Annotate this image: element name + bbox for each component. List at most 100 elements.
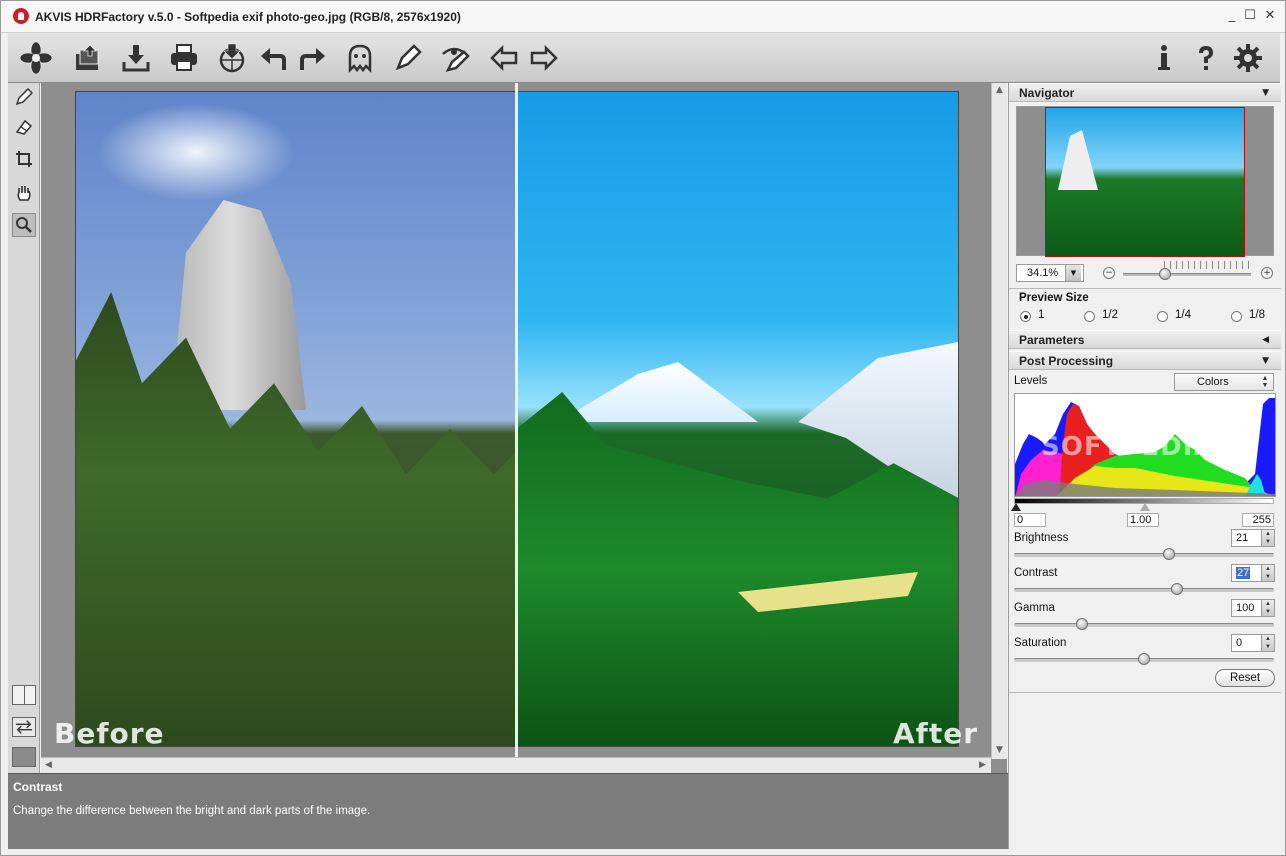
navigator-view-rect[interactable] xyxy=(1045,107,1245,257)
before-image xyxy=(76,92,516,746)
preview-size-label-1: 1 xyxy=(1038,309,1045,321)
flower-logo-icon[interactable] xyxy=(14,40,58,76)
divider xyxy=(1009,692,1281,693)
main-toolbar xyxy=(8,33,1280,83)
info-icon[interactable] xyxy=(1146,40,1182,76)
hand-tool-icon[interactable] xyxy=(12,181,36,205)
after-label: After xyxy=(893,717,979,750)
levels-black-marker[interactable] xyxy=(1011,503,1021,511)
ghost-removal-icon[interactable] xyxy=(342,40,378,76)
gamma-field[interactable]: 100 ▲ ▼ xyxy=(1231,599,1275,617)
help-icon[interactable] xyxy=(1188,40,1224,76)
spinner-arrows-icon[interactable]: ▲ ▼ xyxy=(1261,530,1274,546)
brightness-slider-thumb[interactable] xyxy=(1163,548,1175,560)
pencil-tool-icon[interactable] xyxy=(12,85,36,109)
saturation-field[interactable]: 0 ▲ ▼ xyxy=(1231,634,1275,652)
navigator-header[interactable]: Navigator ▼ xyxy=(1009,83,1281,102)
navigator-rock xyxy=(1058,130,1098,190)
save-icon[interactable] xyxy=(118,40,154,76)
levels-min-field[interactable]: 0 xyxy=(1014,513,1046,527)
post-processing-header[interactable]: Post Processing ▼ xyxy=(1009,351,1281,370)
split-view-icon[interactable] xyxy=(12,685,36,705)
eye-pen-icon[interactable] xyxy=(438,40,474,76)
title-bar: AKVIS HDRFactory v.5.0 - Softpedia exif … xyxy=(1,1,1285,33)
before-label: Before xyxy=(54,717,165,750)
settings-panel: Navigator ▼ 34.1% ▼ − + Preview Size 1 1… xyxy=(1008,83,1281,849)
back-arrow-icon[interactable] xyxy=(486,40,522,76)
vertical-scrollbar[interactable]: ▲ ▼ xyxy=(991,83,1007,759)
settings-gear-icon[interactable] xyxy=(1230,40,1266,76)
preview-size-radio-1-4[interactable] xyxy=(1157,311,1168,322)
scroll-right-icon[interactable]: ▶ xyxy=(979,760,986,770)
split-divider-handle[interactable] xyxy=(515,83,518,759)
gamma-slider-thumb[interactable] xyxy=(1076,618,1088,630)
preview-size-radio-1-2[interactable] xyxy=(1084,311,1095,322)
softpedia-watermark: SOFTPEDIA xyxy=(1041,432,1215,462)
scroll-up-icon[interactable]: ▲ xyxy=(996,85,1003,95)
left-tool-strip xyxy=(8,83,40,773)
minimize-button[interactable]: _ xyxy=(1223,7,1241,25)
scroll-left-icon[interactable]: ◀ xyxy=(45,760,52,770)
parameters-header[interactable]: Parameters ◀ xyxy=(1009,330,1281,349)
zoom-slider[interactable] xyxy=(1123,273,1251,276)
brush-pen-icon[interactable] xyxy=(390,40,426,76)
zoom-ticks xyxy=(1164,261,1252,269)
image-canvas[interactable]: Before After ▲ ▼ ◀ ▶ xyxy=(41,83,1007,773)
akvis-logo-icon xyxy=(13,8,29,24)
levels-white-marker[interactable] xyxy=(1267,503,1277,511)
brightness-value: 21 xyxy=(1236,532,1249,544)
preview-size-radio-1-8[interactable] xyxy=(1231,311,1242,322)
preview-size-label-1-2: 1/2 xyxy=(1102,309,1118,321)
single-view-icon[interactable] xyxy=(12,747,36,767)
spinner-arrows-icon[interactable]: ▲ ▼ xyxy=(1261,565,1274,581)
preview-size-radio-1[interactable] xyxy=(1020,311,1031,322)
open-batch-icon[interactable] xyxy=(70,40,106,76)
contrast-label: Contrast xyxy=(1014,567,1058,579)
levels-max-field[interactable]: 255 xyxy=(1242,513,1274,527)
preview-size-label-1-8: 1/8 xyxy=(1249,309,1265,321)
navigator-thumbnail[interactable] xyxy=(1016,106,1274,257)
zoom-out-icon[interactable]: − xyxy=(1103,267,1115,279)
spinner-arrows-icon[interactable]: ▲ ▼ xyxy=(1261,635,1274,651)
redo-icon[interactable] xyxy=(294,40,330,76)
swap-view-icon[interactable] xyxy=(12,717,36,737)
reset-button[interactable]: Reset xyxy=(1215,669,1275,687)
upload-globe-icon[interactable] xyxy=(214,40,250,76)
contrast-field[interactable]: 27 ▲ ▼ xyxy=(1231,564,1275,582)
collapse-triangle-icon[interactable]: ▼ xyxy=(1262,356,1269,366)
zoom-slider-thumb[interactable] xyxy=(1159,268,1171,280)
post-processing-title: Post Processing xyxy=(1019,354,1114,368)
after-snow-peak xyxy=(558,362,758,422)
eraser-tool-icon[interactable] xyxy=(12,115,36,139)
scroll-down-icon[interactable]: ▼ xyxy=(996,745,1003,755)
collapse-triangle-icon[interactable]: ▼ xyxy=(1262,88,1269,98)
horizontal-scrollbar[interactable]: ◀ ▶ xyxy=(41,757,991,773)
brightness-slider[interactable] xyxy=(1014,553,1274,557)
zoom-in-icon[interactable]: + xyxy=(1261,267,1273,279)
contrast-slider-thumb[interactable] xyxy=(1171,583,1183,595)
spinner-arrows-icon[interactable]: ▲ ▼ xyxy=(1259,375,1271,389)
channel-select[interactable]: Colors ▲ ▼ xyxy=(1174,373,1274,391)
forward-arrow-icon[interactable] xyxy=(526,40,562,76)
preview-size-label-1-4: 1/4 xyxy=(1175,309,1191,321)
levels-gamma-field[interactable]: 1.00 xyxy=(1127,513,1159,527)
brightness-field[interactable]: 21 ▲ ▼ xyxy=(1231,529,1275,547)
hint-panel: Contrast Change the difference between t… xyxy=(8,773,1008,849)
gamma-slider[interactable] xyxy=(1014,623,1274,627)
expand-triangle-icon[interactable]: ◀ xyxy=(1262,335,1269,345)
contrast-slider[interactable] xyxy=(1014,588,1274,592)
maximize-button[interactable]: ☐ xyxy=(1241,7,1259,25)
contrast-value: 27 xyxy=(1236,567,1251,579)
levels-gamma-marker[interactable] xyxy=(1140,503,1150,511)
zoom-tool-icon[interactable] xyxy=(12,213,36,237)
app-window: AKVIS HDRFactory v.5.0 - Softpedia exif … xyxy=(0,0,1286,856)
spinner-arrows-icon[interactable]: ▲ ▼ xyxy=(1261,600,1274,616)
close-button[interactable]: ✕ xyxy=(1261,7,1279,25)
brightness-label: Brightness xyxy=(1014,532,1069,544)
levels-label: Levels xyxy=(1014,375,1048,387)
undo-icon[interactable] xyxy=(256,40,292,76)
saturation-slider-thumb[interactable] xyxy=(1138,653,1150,665)
zoom-dropdown-icon[interactable]: ▼ xyxy=(1065,265,1081,281)
crop-tool-icon[interactable] xyxy=(12,147,36,171)
print-icon[interactable] xyxy=(166,40,202,76)
